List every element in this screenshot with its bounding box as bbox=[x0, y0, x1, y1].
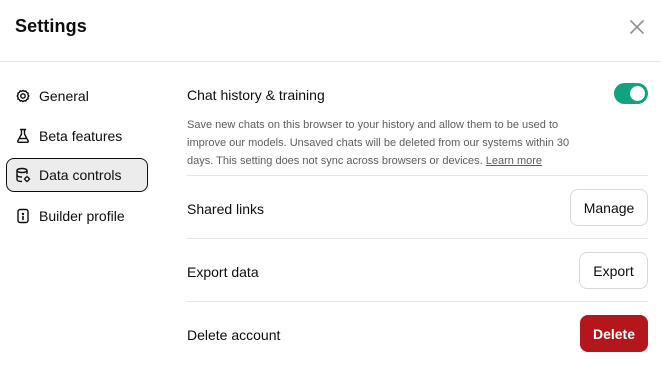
sidebar-item-label: General bbox=[39, 88, 89, 104]
sidebar-item-builder-profile[interactable]: Builder profile bbox=[6, 199, 148, 233]
divider bbox=[187, 238, 648, 239]
id-card-icon bbox=[17, 208, 29, 224]
divider bbox=[187, 175, 648, 176]
settings-sidebar: General Beta features Data controls Buil… bbox=[0, 62, 160, 367]
manage-button[interactable]: Manage bbox=[570, 189, 648, 226]
shared-links-label: Shared links bbox=[187, 201, 265, 217]
chat-history-description: Save new chats on this browser to your h… bbox=[187, 116, 597, 170]
close-button[interactable] bbox=[627, 17, 647, 37]
divider bbox=[187, 301, 648, 302]
gear-icon bbox=[16, 89, 30, 103]
learn-more-link[interactable]: Learn more bbox=[486, 155, 542, 167]
sidebar-item-general[interactable]: General bbox=[6, 79, 148, 113]
database-icon bbox=[16, 167, 31, 183]
sidebar-item-data-controls[interactable]: Data controls bbox=[6, 158, 148, 192]
sidebar-item-label: Builder profile bbox=[39, 208, 125, 224]
close-icon bbox=[630, 20, 644, 34]
export-data-label: Export data bbox=[187, 264, 259, 280]
delete-account-button[interactable]: Delete bbox=[580, 315, 648, 352]
chat-history-label: Chat history & training bbox=[187, 87, 325, 103]
toggle-knob bbox=[630, 86, 645, 101]
delete-account-label: Delete account bbox=[187, 327, 281, 343]
chat-history-toggle[interactable] bbox=[614, 83, 648, 104]
flask-icon bbox=[17, 128, 29, 143]
sidebar-item-beta-features[interactable]: Beta features bbox=[6, 119, 148, 153]
dialog-title: Settings bbox=[15, 16, 87, 36]
dialog-header: Settings bbox=[0, 0, 661, 62]
sidebar-item-label: Beta features bbox=[39, 128, 123, 144]
sidebar-item-label: Data controls bbox=[39, 167, 122, 183]
export-button[interactable]: Export bbox=[579, 252, 648, 289]
